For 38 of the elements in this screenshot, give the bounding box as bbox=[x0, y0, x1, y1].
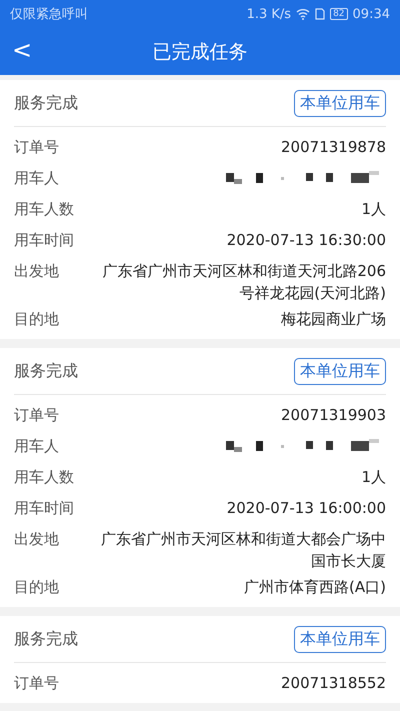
field-value: 广州市体育西路(A口) bbox=[244, 577, 386, 598]
field-label: 出发地 bbox=[14, 529, 59, 550]
field-value: 1人 bbox=[361, 467, 386, 488]
order-status: 服务完成 bbox=[14, 360, 78, 382]
back-button[interactable]: < bbox=[6, 36, 38, 64]
field-value: 广东省广州市天河区林和街道天河北路206号祥龙花园(天河北路) bbox=[101, 261, 386, 304]
order-status: 服务完成 bbox=[14, 92, 78, 114]
field-label: 用车时间 bbox=[14, 230, 74, 251]
wifi-icon bbox=[296, 8, 310, 20]
order-type-tag: 本单位用车 bbox=[294, 358, 386, 384]
field-label: 用车时间 bbox=[14, 498, 74, 519]
field-label: 用车人数 bbox=[14, 467, 74, 488]
field-value: 20071318552 bbox=[281, 673, 386, 694]
field-label: 目的地 bbox=[14, 309, 59, 330]
field-value: 20071319878 bbox=[281, 137, 386, 158]
field-value: 广东省广州市天河区林和街道大都会广场中国市长大厦 bbox=[100, 529, 386, 572]
field-label: 订单号 bbox=[14, 405, 59, 426]
field-label: 订单号 bbox=[14, 137, 59, 158]
carrier-text: 仅限紧急呼叫 bbox=[10, 6, 88, 23]
field-label: 订单号 bbox=[14, 673, 59, 694]
field-value: 2020-07-13 16:30:00 bbox=[226, 230, 386, 251]
page-title: 已完成任务 bbox=[152, 40, 248, 64]
field-label: 出发地 bbox=[14, 261, 59, 282]
order-status: 服务完成 bbox=[14, 628, 78, 650]
network-speed: 1.3 K/s bbox=[246, 6, 292, 22]
order-type-tag: 本单位用车 bbox=[294, 90, 386, 116]
order-type-tag: 本单位用车 bbox=[294, 626, 386, 652]
sim-icon bbox=[315, 8, 326, 20]
field-value: 2020-07-13 16:00:00 bbox=[226, 498, 386, 519]
field-value: 20071319903 bbox=[281, 405, 386, 426]
field-label: 目的地 bbox=[14, 577, 59, 598]
battery-level: 82 bbox=[330, 8, 348, 20]
field-label: 用车人数 bbox=[14, 199, 74, 220]
field-label: 用车人 bbox=[14, 436, 59, 457]
field-value: 1人 bbox=[361, 199, 386, 220]
clock: 09:34 bbox=[352, 6, 390, 22]
field-value: 梅花园商业广场 bbox=[281, 309, 386, 330]
field-label: 用车人 bbox=[14, 168, 59, 189]
